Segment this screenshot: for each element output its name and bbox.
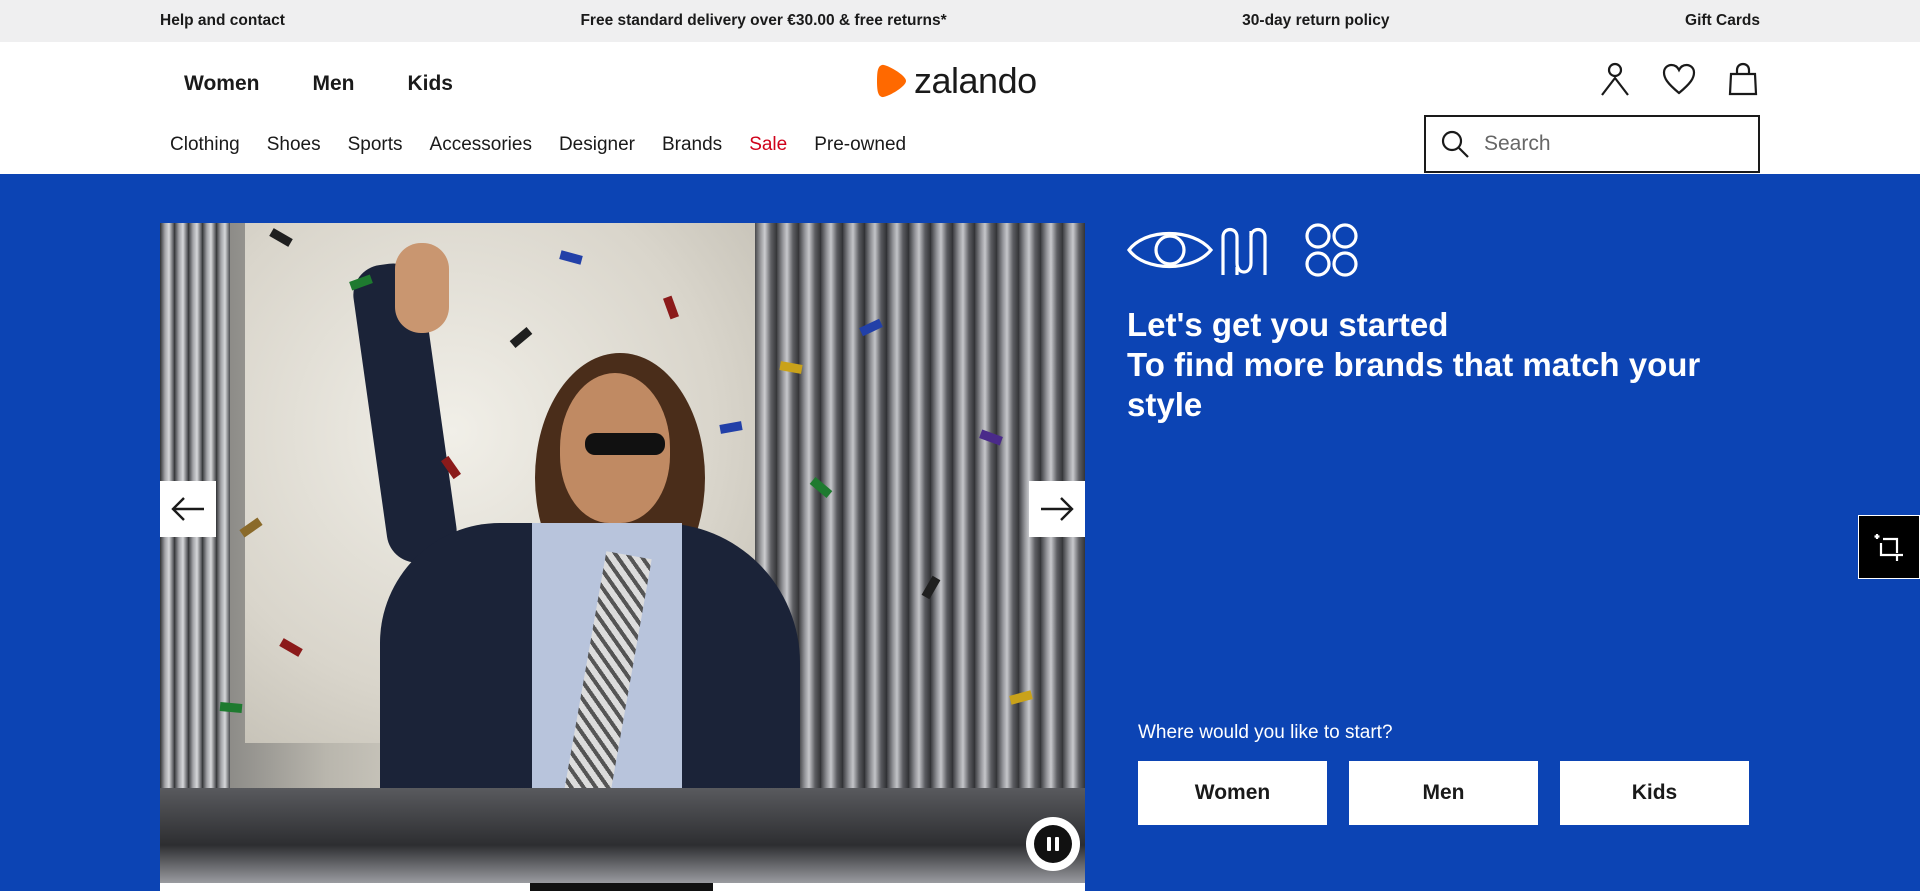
- carousel-progress-active: [530, 883, 713, 891]
- brand-symbols-icon: [1127, 223, 1358, 277]
- gift-cards-link[interactable]: Gift Cards: [1685, 12, 1760, 30]
- feedback-button[interactable]: [1858, 515, 1920, 579]
- cat-shoes[interactable]: Shoes: [267, 134, 321, 156]
- carousel-next-button[interactable]: [1029, 481, 1085, 537]
- gender-nav: Women Men Kids: [184, 72, 453, 96]
- cat-designer[interactable]: Designer: [559, 134, 635, 156]
- start-women-button[interactable]: Women: [1138, 761, 1327, 825]
- arrow-left-icon: [171, 497, 204, 521]
- search-box[interactable]: [1424, 115, 1760, 173]
- shopping-bag-icon[interactable]: [1726, 60, 1760, 98]
- nav-kids[interactable]: Kids: [407, 72, 453, 96]
- carousel-prev-button[interactable]: [160, 481, 216, 537]
- carousel-progress-bar: [160, 883, 1085, 891]
- start-kids-button[interactable]: Kids: [1560, 761, 1749, 825]
- dj-deck: [160, 788, 1085, 883]
- hero-banner: Let's get you started To find more brand…: [0, 174, 1920, 891]
- hero-headline-line-1: Let's get you started: [1127, 306, 1449, 343]
- header-icons: [1598, 60, 1760, 98]
- cat-accessories[interactable]: Accessories: [430, 134, 532, 156]
- raised-hand: [395, 243, 449, 333]
- cat-sale[interactable]: Sale: [749, 134, 787, 156]
- top-utility-bar: Help and contact Free standard delivery …: [0, 0, 1920, 42]
- wishlist-heart-icon[interactable]: [1662, 60, 1696, 98]
- curtain-right: [755, 223, 1085, 883]
- search-icon: [1441, 130, 1469, 158]
- return-policy-link[interactable]: 30-day return policy: [1242, 12, 1389, 30]
- start-prompt: Where would you like to start?: [1138, 722, 1393, 743]
- hero-headline-line-3: style: [1127, 386, 1203, 423]
- arrow-right-icon: [1041, 497, 1074, 521]
- cat-sports[interactable]: Sports: [348, 134, 403, 156]
- account-icon[interactable]: [1598, 60, 1632, 98]
- hero-carousel-image: [160, 223, 1085, 883]
- nav-women[interactable]: Women: [184, 72, 259, 96]
- hero-headline-line-2: To find more brands that match your: [1127, 346, 1701, 383]
- category-nav: Clothing Shoes Sports Accessories Design…: [170, 134, 906, 156]
- curtain-left: [160, 223, 230, 883]
- search-input[interactable]: [1484, 132, 1724, 156]
- start-men-button[interactable]: Men: [1349, 761, 1538, 825]
- start-buttons: Women Men Kids: [1138, 761, 1749, 825]
- zalando-logo[interactable]: zalando: [876, 60, 1037, 102]
- carousel-pause-button[interactable]: [1026, 817, 1080, 871]
- confetti: [219, 702, 243, 713]
- nav-men[interactable]: Men: [312, 72, 354, 96]
- logo-wordmark: zalando: [914, 60, 1037, 101]
- hero-text-panel: Let's get you started To find more brand…: [1127, 223, 1747, 425]
- pause-icon: [1034, 825, 1072, 863]
- hero-headline: Let's get you started To find more brand…: [1127, 305, 1747, 425]
- logo-mark-icon: [877, 64, 906, 98]
- free-delivery-link[interactable]: Free standard delivery over €30.00 & fre…: [580, 12, 946, 30]
- site-header: Women Men Kids zalando Clothing Shoes Sp…: [0, 42, 1920, 174]
- sunglasses: [585, 433, 665, 455]
- cat-brands[interactable]: Brands: [662, 134, 722, 156]
- cat-pre-owned[interactable]: Pre-owned: [814, 134, 906, 156]
- help-contact-link[interactable]: Help and contact: [160, 12, 285, 30]
- cat-clothing[interactable]: Clothing: [170, 134, 240, 156]
- feedback-crop-icon: [1874, 534, 1903, 561]
